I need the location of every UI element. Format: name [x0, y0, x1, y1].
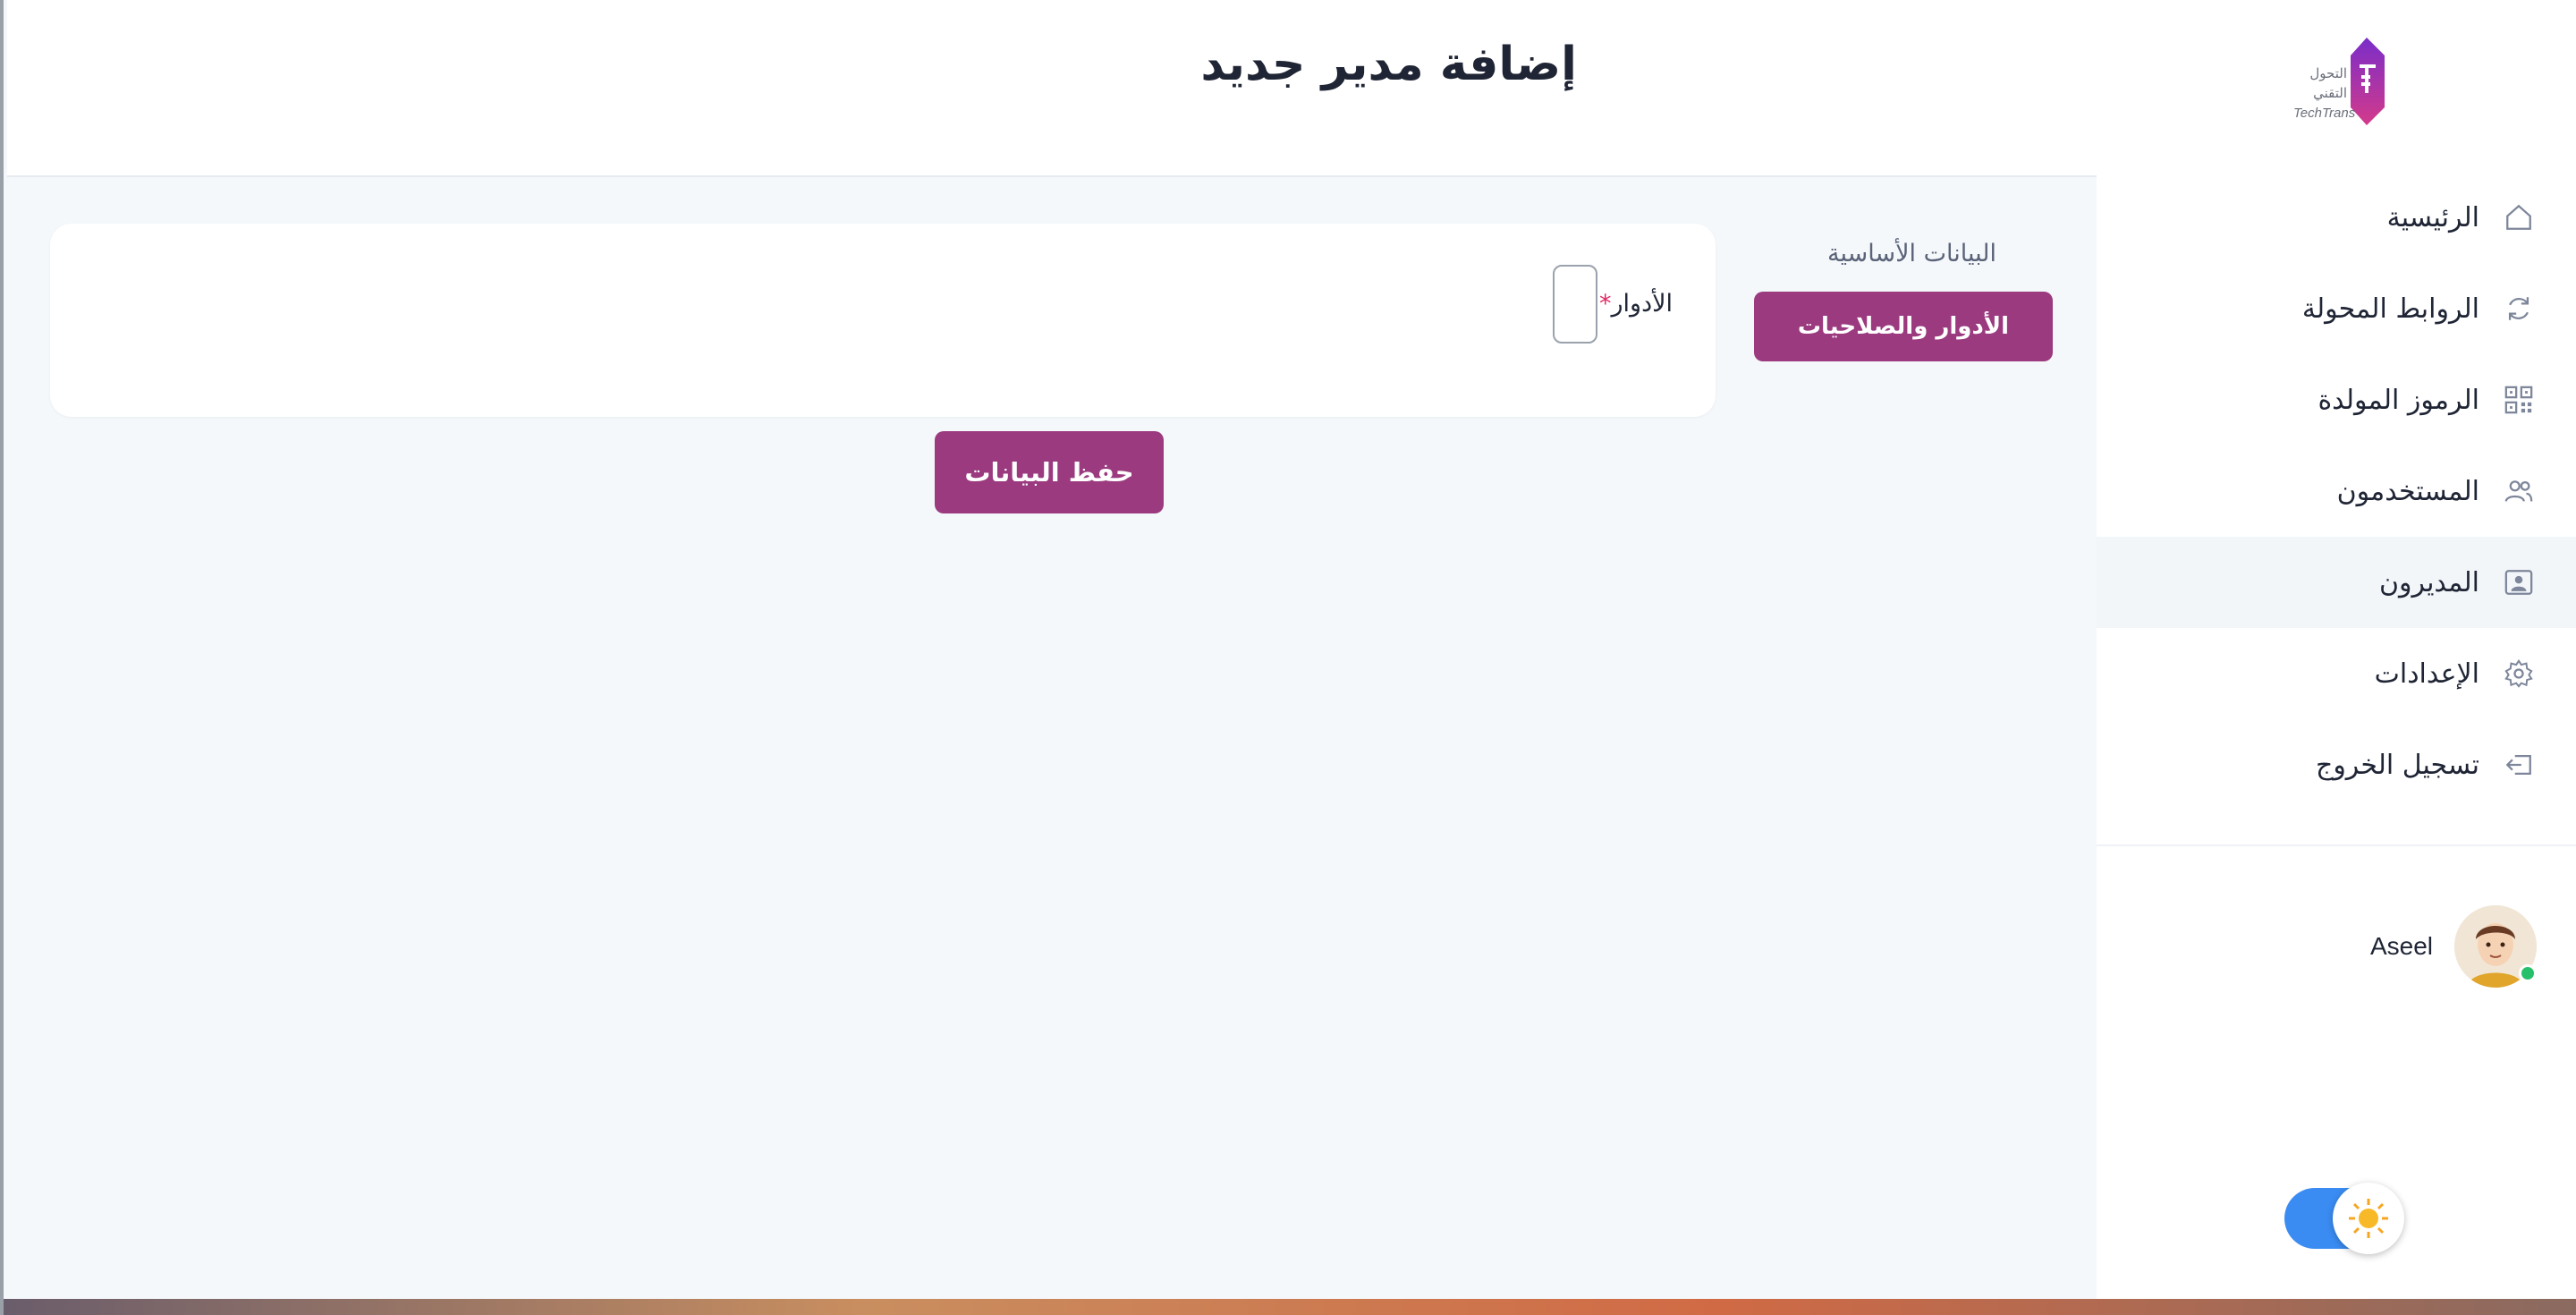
sidebar-item-generated-codes[interactable]: الرموز المولدة	[2097, 354, 2576, 445]
sidebar-item-converted-links[interactable]: الروابط المحولة	[2097, 263, 2576, 354]
user-name: Aseel	[2369, 932, 2433, 960]
sidebar-item-label: الإعدادات	[2374, 658, 2479, 690]
sun-icon	[2349, 1199, 2388, 1238]
logo-text-en: TechTrans	[2293, 106, 2356, 121]
logo-text: التحول التقني TechTrans	[2293, 64, 2356, 123]
sidebar-item-label: الروابط المحولة	[2301, 293, 2479, 325]
form-card: الأدوار*	[50, 224, 1716, 417]
sidebar-divider	[2097, 844, 2576, 846]
section-basic-info[interactable]: البيانات الأساسية	[1827, 240, 1996, 267]
save-button[interactable]: حفظ البيانات	[935, 431, 1164, 513]
sidebar-item-logout[interactable]: تسجيل الخروج	[2097, 719, 2576, 810]
sidebar-item-label: المستخدمون	[2336, 475, 2479, 507]
sidebar-nav: الرئيسية الروابط المحولة الرموز المولدة …	[2097, 172, 2576, 810]
roles-select[interactable]	[1553, 265, 1597, 344]
roles-label-text: الأدوار	[1611, 290, 1673, 318]
sidebar-item-admins[interactable]: المديرون	[2097, 537, 2576, 628]
sidebar: التحول التقني TechTrans الرئيسية الروابط…	[2097, 0, 2576, 1299]
sidebar-item-settings[interactable]: الإعدادات	[2097, 628, 2576, 719]
admin-badge-icon	[2503, 566, 2535, 598]
sidebar-item-label: الرموز المولدة	[2318, 384, 2479, 416]
toggle-knob[interactable]	[2333, 1183, 2404, 1254]
sidebar-item-label: المديرون	[2379, 566, 2479, 598]
page-header: إضافة مدير جديد	[7, 0, 2100, 177]
sidebar-item-label: تسجيل الخروج	[2315, 749, 2479, 781]
users-icon	[2503, 475, 2535, 507]
page-title: إضافة مدير جديد	[1200, 38, 1577, 91]
desktop-dock-strip	[4, 1299, 2576, 1315]
roles-field-label: الأدوار*	[1599, 290, 1673, 318]
app-window: إضافة مدير جديد البيانات الأساسية الأدوا…	[0, 0, 2576, 1315]
user-profile[interactable]: Aseel	[2370, 905, 2537, 988]
theme-toggle[interactable]	[2284, 1183, 2404, 1254]
required-mark: *	[1598, 290, 1612, 318]
tab-roles-permissions[interactable]: الأدوار والصلاحيات	[1754, 292, 2053, 361]
sidebar-item-users[interactable]: المستخدمون	[2097, 445, 2576, 537]
logout-icon	[2503, 749, 2535, 781]
sidebar-item-label: الرئيسية	[2386, 201, 2479, 233]
techtrans-logo[interactable]: التحول التقني TechTrans	[2293, 36, 2401, 127]
home-icon	[2503, 201, 2535, 233]
gear-icon	[2503, 658, 2535, 690]
logo-text-ar: التحول التقني	[2309, 66, 2347, 101]
sidebar-item-home[interactable]: الرئيسية	[2097, 172, 2576, 263]
qr-code-icon	[2503, 384, 2535, 416]
online-status-dot	[2519, 964, 2537, 982]
refresh-icon	[2503, 293, 2535, 325]
